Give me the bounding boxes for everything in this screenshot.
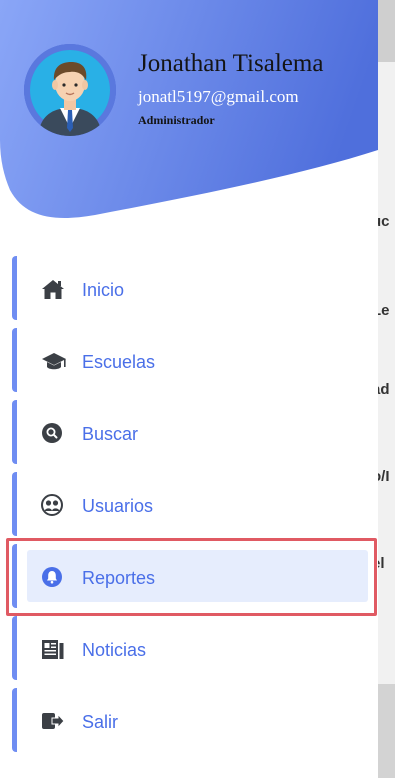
user-avatar-icon bbox=[30, 50, 110, 136]
menu-item-label: Noticias bbox=[82, 640, 147, 660]
drawer-header: Jonathan Tisalema jonatl5197@gmail.com A… bbox=[0, 0, 378, 230]
menu-item-background bbox=[27, 334, 368, 386]
menu-item-label: Usuarios bbox=[82, 496, 154, 516]
user-role: Administrador bbox=[138, 113, 215, 127]
avatar[interactable] bbox=[24, 44, 116, 136]
bell-icon bbox=[41, 566, 63, 588]
home-icon bbox=[41, 278, 64, 300]
menu-item-noticias[interactable]: Noticias bbox=[12, 616, 368, 680]
menu-item-background bbox=[27, 478, 368, 530]
menu-item-salir[interactable]: Salir bbox=[12, 688, 368, 752]
search-icon bbox=[41, 422, 63, 444]
user-email: jonatl5197@gmail.com bbox=[138, 87, 299, 106]
menu-item-label: Inicio bbox=[82, 280, 125, 300]
newspaper-icon bbox=[41, 638, 64, 660]
menu-item-background bbox=[27, 262, 368, 314]
user-name: Jonathan Tisalema bbox=[138, 50, 324, 77]
menu-item-escuelas[interactable]: Escuelas bbox=[12, 328, 368, 392]
menu-item-reportes[interactable]: Reportes bbox=[12, 544, 368, 608]
menu-item-label: Buscar bbox=[82, 424, 139, 444]
menu-item-label: Reportes bbox=[82, 568, 156, 588]
menu-item-background bbox=[27, 406, 368, 458]
menu-item-inicio[interactable]: Inicio bbox=[12, 256, 368, 320]
navigation-drawer: Jonathan Tisalema jonatl5197@gmail.com A… bbox=[0, 0, 378, 778]
menu-item-label: Salir bbox=[82, 712, 119, 732]
sign-out-icon bbox=[41, 710, 65, 732]
menu-item-usuarios[interactable]: Usuarios bbox=[12, 472, 368, 536]
menu-item-label: Escuelas bbox=[82, 352, 156, 372]
menu-item-buscar[interactable]: Buscar bbox=[12, 400, 368, 464]
app-screen: uc Le ad o/I el Jonathan Tisalema jonatl… bbox=[0, 0, 395, 778]
menu-item-background bbox=[27, 550, 368, 602]
users-icon bbox=[41, 494, 63, 516]
graduation-cap-icon bbox=[41, 350, 66, 372]
menu-item-background bbox=[27, 622, 368, 674]
menu-item-background bbox=[27, 694, 368, 746]
